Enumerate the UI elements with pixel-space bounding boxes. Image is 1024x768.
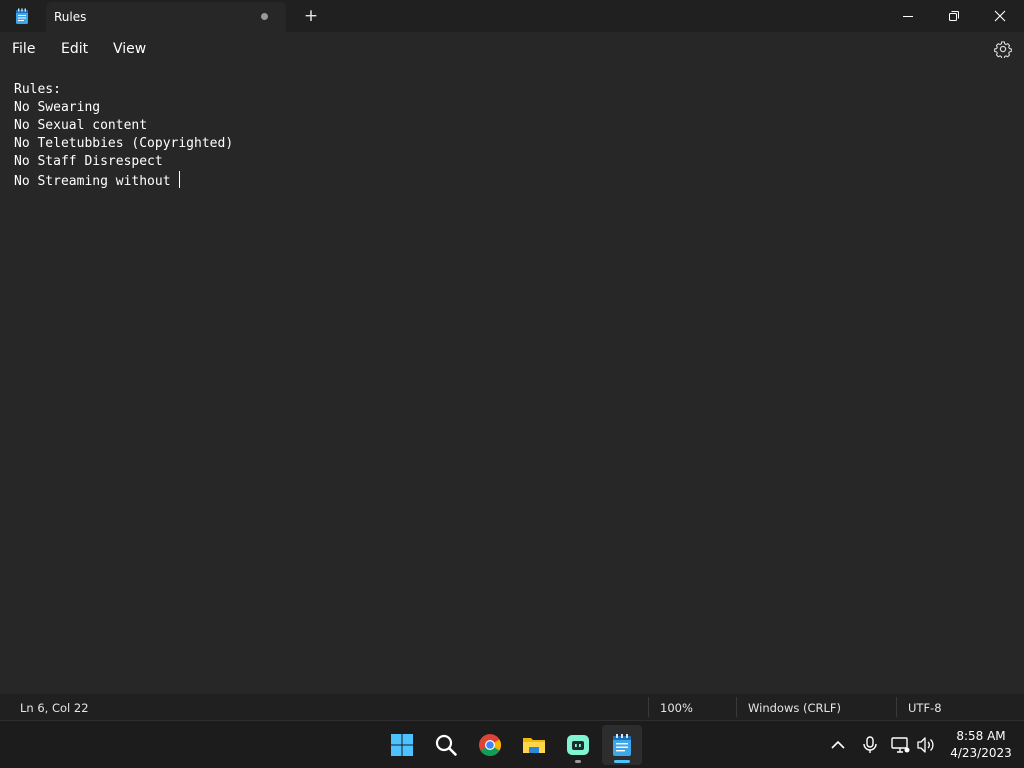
volume-icon xyxy=(917,737,934,753)
chevron-up-icon xyxy=(831,740,845,749)
text-editor[interactable]: Rules: No Swearing No Sexual content No … xyxy=(0,68,1024,694)
encoding[interactable]: UTF-8 xyxy=(908,701,942,715)
cursor-position: Ln 6, Col 22 xyxy=(20,701,89,715)
editor-line-current: No Streaming without xyxy=(14,171,181,189)
network-icon xyxy=(891,737,910,753)
search-icon xyxy=(435,734,457,756)
status-bar: Ln 6, Col 22 100% Windows (CRLF) UTF-8 xyxy=(0,694,1024,720)
editor-line: Rules: xyxy=(14,82,61,97)
restore-button[interactable] xyxy=(931,0,977,32)
menu-view[interactable]: View xyxy=(113,41,146,57)
gear-icon xyxy=(994,41,1012,60)
status-divider xyxy=(896,697,897,717)
start-icon xyxy=(391,734,413,756)
menu-file[interactable]: File xyxy=(12,41,35,57)
notepad-icon xyxy=(613,734,631,756)
zoom-level[interactable]: 100% xyxy=(660,701,693,715)
chat-app-icon xyxy=(567,735,589,755)
microphone-icon xyxy=(863,736,877,753)
close-button[interactable] xyxy=(977,0,1023,32)
show-hidden-icons-button[interactable] xyxy=(828,735,848,755)
editor-line: No Swearing xyxy=(14,100,101,115)
title-bar: Rules + xyxy=(0,0,1024,32)
active-indicator xyxy=(614,760,630,763)
start-button[interactable] xyxy=(382,725,422,765)
taskbar-notepad[interactable] xyxy=(602,725,642,765)
settings-button[interactable] xyxy=(994,40,1012,60)
status-divider xyxy=(648,697,649,717)
editor-line: No Staff Disrespect xyxy=(14,154,163,169)
notepad-app-icon xyxy=(14,8,30,24)
editor-line: No Teletubbies (Copyrighted) xyxy=(14,136,234,151)
editor-line-text: No Streaming without xyxy=(14,174,179,189)
taskbar-chat-app[interactable] xyxy=(558,725,598,765)
taskbar-file-explorer[interactable] xyxy=(514,725,554,765)
minimize-button[interactable] xyxy=(885,0,931,32)
microphone-button[interactable] xyxy=(860,735,880,755)
volume-button[interactable] xyxy=(916,735,936,755)
file-explorer-icon xyxy=(523,738,545,753)
restore-icon xyxy=(949,11,959,21)
tab-title: Rules xyxy=(54,10,87,24)
taskbar-chrome[interactable] xyxy=(470,725,510,765)
menu-bar: File Edit View xyxy=(0,32,1024,68)
editor-line: No Sexual content xyxy=(14,118,148,133)
new-tab-button[interactable]: + xyxy=(302,5,320,27)
tab-rules[interactable]: Rules xyxy=(46,2,286,32)
menu-edit[interactable]: Edit xyxy=(61,41,88,57)
running-indicator xyxy=(575,760,581,763)
unsaved-indicator-icon[interactable] xyxy=(261,13,268,20)
network-button[interactable] xyxy=(890,735,910,755)
line-ending[interactable]: Windows (CRLF) xyxy=(748,701,841,715)
clock-date[interactable]: 4/23/2023 xyxy=(948,746,1014,760)
text-caret xyxy=(179,171,181,188)
minimize-icon xyxy=(903,16,913,17)
clock-time[interactable]: 8:58 AM xyxy=(948,729,1014,743)
status-divider xyxy=(736,697,737,717)
close-icon xyxy=(994,10,1006,22)
search-button[interactable] xyxy=(426,725,466,765)
taskbar: 8:58 AM 4/23/2023 xyxy=(0,720,1024,768)
chrome-icon xyxy=(479,734,501,756)
